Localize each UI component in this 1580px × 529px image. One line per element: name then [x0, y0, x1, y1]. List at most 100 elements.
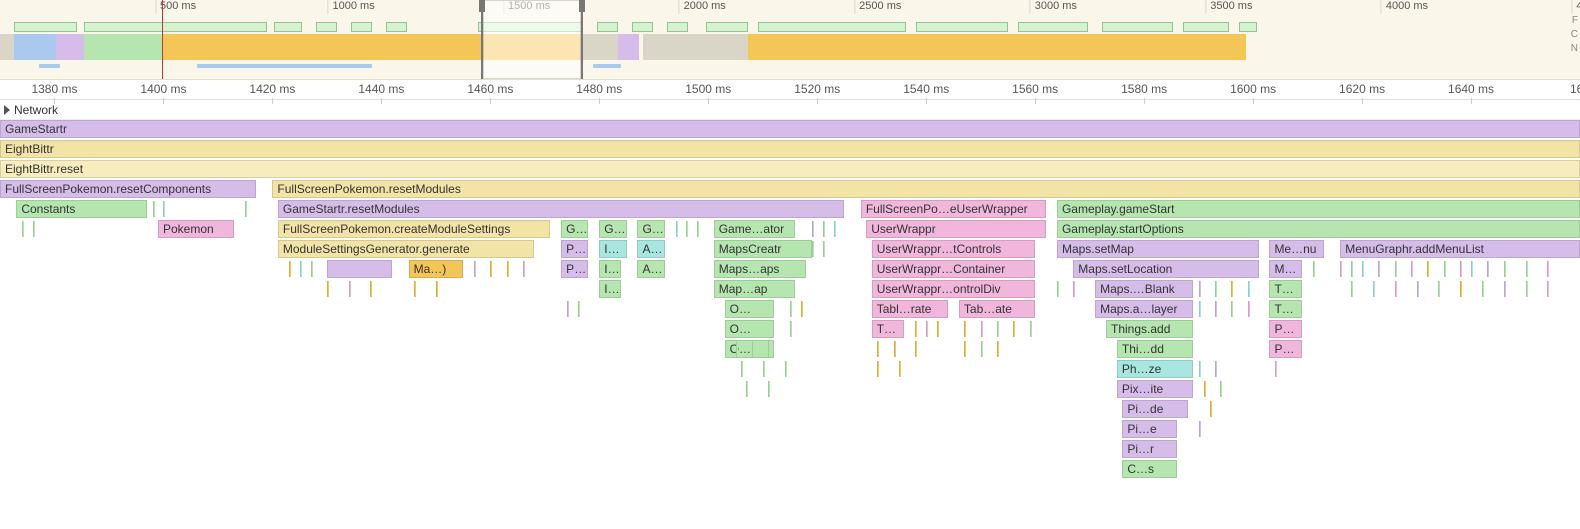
flame-frame[interactable]: FullScreenPokemon.createModuleSettings: [278, 220, 550, 238]
flame-sliver[interactable]: [1231, 281, 1233, 297]
flame-sliver[interactable]: [964, 321, 966, 337]
flame-frame[interactable]: Maps…aps: [714, 260, 807, 278]
detail-ruler[interactable]: 1380 ms1400 ms1420 ms1440 ms1460 ms1480 …: [0, 80, 1580, 100]
flame-sliver[interactable]: [877, 341, 879, 357]
flame-sliver[interactable]: [1438, 281, 1440, 297]
flame-sliver[interactable]: [1427, 261, 1429, 277]
flame-sliver[interactable]: [1248, 301, 1250, 317]
flame-sliver[interactable]: [1460, 261, 1462, 277]
flame-frame[interactable]: Map…ap: [714, 280, 796, 298]
flame-frame[interactable]: UserWrappr…ontrolDiv: [872, 280, 1035, 298]
flame-frame[interactable]: MapsCreatr: [714, 240, 812, 258]
flame-sliver[interactable]: [507, 261, 509, 277]
flame-frame[interactable]: G…r: [561, 220, 588, 238]
flame-frame[interactable]: Maps.a…layer: [1095, 300, 1193, 318]
flame-sliver[interactable]: [1030, 321, 1032, 337]
flame-sliver[interactable]: [823, 221, 825, 237]
flame-frame[interactable]: A…: [637, 260, 664, 278]
flame-sliver[interactable]: [926, 321, 928, 337]
flame-frame[interactable]: T…: [1269, 300, 1302, 318]
flame-sliver[interactable]: [915, 341, 917, 357]
flame-sliver[interactable]: [877, 361, 879, 377]
flame-frame[interactable]: I…: [599, 260, 621, 278]
flame-sliver[interactable]: [790, 321, 792, 337]
flame-sliver[interactable]: [1210, 401, 1212, 417]
flame-frame[interactable]: I…: [599, 280, 621, 298]
flame-frame[interactable]: Things.add: [1106, 320, 1193, 338]
flame-frame[interactable]: T…: [1269, 280, 1302, 298]
flame-sliver[interactable]: [567, 301, 569, 317]
flame-frame[interactable]: O…: [725, 300, 774, 318]
flame-sliver[interactable]: [790, 301, 792, 317]
flame-frame[interactable]: UserWrappr…Container: [872, 260, 1035, 278]
flame-sliver[interactable]: [1231, 301, 1233, 317]
flame-frame[interactable]: Me…nu: [1269, 240, 1323, 258]
flame-sliver[interactable]: [812, 221, 814, 237]
flame-sliver[interactable]: [33, 221, 35, 237]
flame-frame[interactable]: O…: [725, 320, 774, 338]
flame-frame[interactable]: Pi…e: [1122, 420, 1176, 438]
flame-frame[interactable]: FullScreenPokemon.resetComponents: [0, 180, 256, 198]
flame-sliver[interactable]: [1215, 361, 1217, 377]
flame-frame[interactable]: Maps.…Blank: [1095, 280, 1193, 298]
flame-frame[interactable]: Maps.setMap: [1057, 240, 1259, 258]
flame-sliver[interactable]: [1526, 261, 1528, 277]
flame-frame[interactable]: GameStartr.resetModules: [278, 200, 845, 218]
flame-sliver[interactable]: [578, 301, 580, 317]
network-track-header[interactable]: Network: [0, 100, 1580, 120]
flame-frame[interactable]: Constants: [16, 200, 147, 218]
flame-frame[interactable]: G…r: [599, 220, 626, 238]
flame-sliver[interactable]: [523, 261, 525, 277]
flame-sliver[interactable]: [414, 281, 416, 297]
flame-frame[interactable]: Pi…de: [1122, 400, 1187, 418]
flame-frame[interactable]: EightBittr.reset: [0, 160, 1580, 178]
flame-sliver[interactable]: [697, 221, 699, 237]
flame-sliver[interactable]: [736, 341, 738, 357]
flame-sliver[interactable]: [153, 201, 155, 217]
flame-frame[interactable]: T…: [872, 320, 905, 338]
flame-sliver[interactable]: [981, 321, 983, 337]
flame-frame[interactable]: G…r: [637, 220, 664, 238]
flame-sliver[interactable]: [245, 201, 247, 217]
flame-sliver[interactable]: [785, 361, 787, 377]
flame-sliver[interactable]: [1526, 281, 1528, 297]
flame-sliver[interactable]: [1482, 281, 1484, 297]
flame-frame[interactable]: O…: [725, 340, 774, 358]
flame-frame[interactable]: Thi…dd: [1117, 340, 1193, 358]
flame-frame[interactable]: ModuleSettingsGenerator.generate: [278, 240, 534, 258]
flame-sliver[interactable]: [349, 281, 351, 297]
flame-sliver[interactable]: [1444, 261, 1446, 277]
flame-sliver[interactable]: [997, 341, 999, 357]
flame-sliver[interactable]: [1057, 281, 1059, 297]
flame-frame[interactable]: FullScreenPo…eUserWrapper: [861, 200, 1046, 218]
flame-frame[interactable]: UserWrappr: [866, 220, 1046, 238]
flame-sliver[interactable]: [289, 261, 291, 277]
flame-sliver[interactable]: [1340, 261, 1342, 277]
flame-frame[interactable]: EightBittr: [0, 140, 1580, 158]
flame-sliver[interactable]: [894, 341, 896, 357]
flame-frame[interactable]: Pokemon: [158, 220, 234, 238]
flame-sliver[interactable]: [981, 341, 983, 357]
flame-frame[interactable]: Game…ator: [714, 220, 796, 238]
flame-frame[interactable]: Maps.setLocation: [1073, 260, 1258, 278]
flame-frame[interactable]: Pix…ite: [1117, 380, 1193, 398]
flame-frame[interactable]: GameStartr: [0, 120, 1580, 138]
flame-sliver[interactable]: [1417, 281, 1419, 297]
flame-sliver[interactable]: [490, 261, 492, 277]
flame-frame[interactable]: P…: [1269, 340, 1302, 358]
flame-sliver[interactable]: [300, 261, 302, 277]
flame-sliver[interactable]: [1220, 381, 1222, 397]
flame-sliver[interactable]: [676, 221, 678, 237]
flame-sliver[interactable]: [812, 241, 814, 257]
flame-sliver[interactable]: [311, 261, 313, 277]
flame-sliver[interactable]: [1547, 281, 1549, 297]
flame-sliver[interactable]: [1215, 301, 1217, 317]
flame-sliver[interactable]: [1215, 281, 1217, 297]
flame-frame[interactable]: P…: [561, 260, 588, 278]
flame-sliver[interactable]: [1248, 281, 1250, 297]
flame-frame[interactable]: Pi…r: [561, 240, 588, 258]
flame-sliver[interactable]: [997, 321, 999, 337]
flame-sliver[interactable]: [1547, 261, 1549, 277]
overview-viewport-window[interactable]: [481, 0, 583, 79]
flame-frame[interactable]: MenuGraphr.addMenuList: [1340, 240, 1580, 258]
